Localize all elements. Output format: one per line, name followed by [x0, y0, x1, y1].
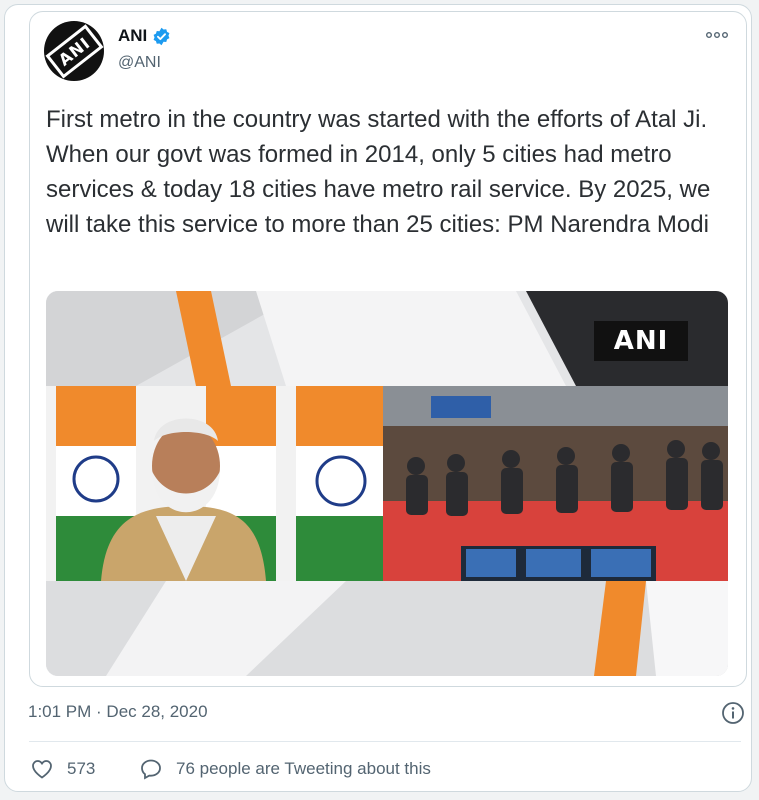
conversation-action[interactable]: 76 people are Tweeting about this [138, 757, 431, 781]
heart-icon [32, 760, 52, 779]
tweet-card[interactable]: ANI ANI @ANI First metro in the country … [29, 11, 747, 687]
info-icon[interactable] [721, 701, 745, 725]
media-watermark: ANI [594, 321, 688, 361]
author-row: ANI [118, 26, 171, 46]
like-action[interactable]: 573 [29, 757, 95, 781]
tweet-text: First metro in the country was started w… [46, 106, 711, 238]
author-name[interactable]: ANI [118, 26, 147, 46]
author-handle[interactable]: @ANI [118, 54, 161, 72]
avatar-logo: ANI [45, 23, 103, 79]
verified-badge-icon [152, 27, 171, 46]
like-count: 573 [67, 759, 96, 778]
tweet-embed-container: ANI ANI @ANI First metro in the country … [4, 4, 752, 792]
speech-bubble-icon [141, 759, 161, 780]
avatar[interactable]: ANI [44, 21, 104, 81]
conversation-count: 76 people are Tweeting about this [176, 759, 431, 778]
tweet-media-image[interactable]: ANI [46, 291, 728, 676]
more-options-icon[interactable] [706, 26, 729, 44]
tweet-timestamp[interactable]: 1:01 PM · Dec 28, 2020 [28, 702, 208, 722]
divider [29, 741, 741, 742]
